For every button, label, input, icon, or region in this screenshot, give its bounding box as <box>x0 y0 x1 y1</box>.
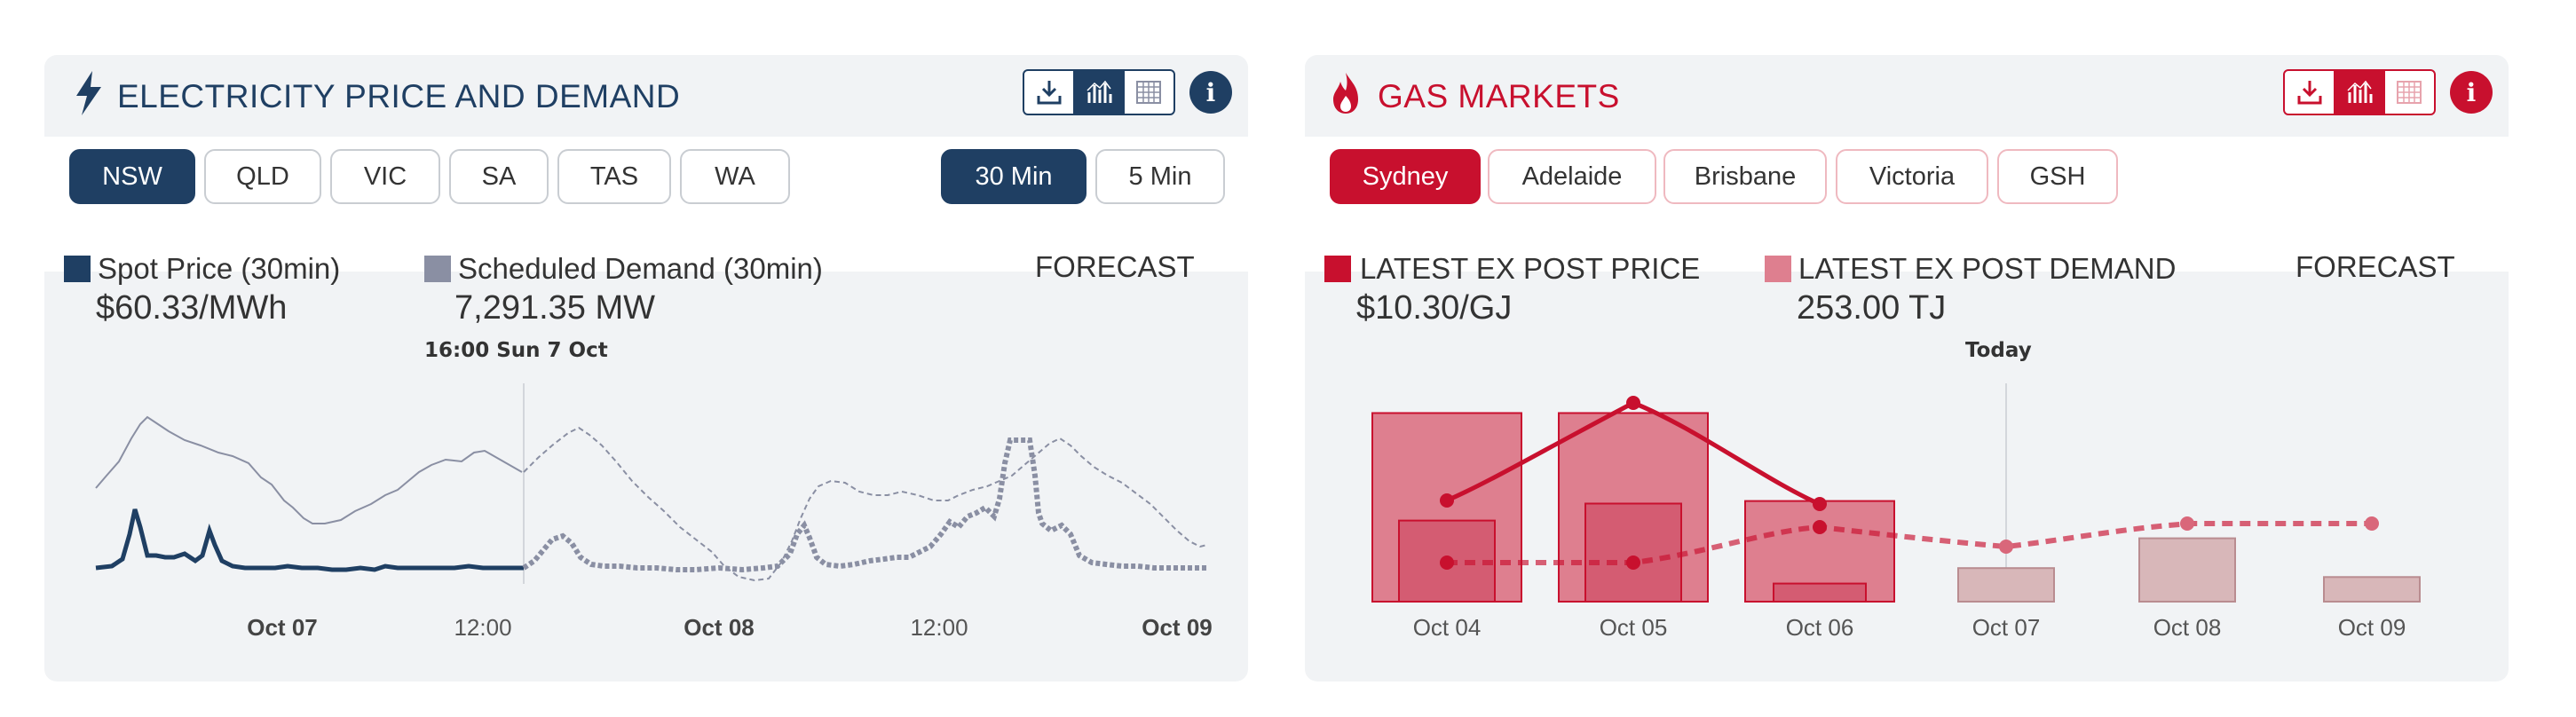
demand-sub-bar <box>1773 582 1867 603</box>
demand-sub-bar <box>1584 502 1682 603</box>
gas-chart <box>1371 383 2421 603</box>
gas-x-tick: Oct 04 <box>1412 614 1482 641</box>
gas-panel: GAS MARKETS i Sydney Adelaide Brisbane V… <box>1305 55 2509 682</box>
gas-x-tick: Oct 08 <box>2153 614 2222 641</box>
price-point <box>1813 497 1827 511</box>
price-forecast-point <box>2365 516 2379 531</box>
gas-x-tick: Oct 06 <box>1785 614 1854 641</box>
demand-bar <box>2138 537 2236 603</box>
electricity-chart <box>95 383 1208 584</box>
electricity-x-tick: 12:00 <box>910 614 968 641</box>
price-forecast-point <box>1813 520 1827 534</box>
demand-bar <box>1957 567 2055 603</box>
price-point <box>1626 396 1640 410</box>
electricity-x-tick: Oct 08 <box>684 614 755 641</box>
electricity-panel: ELECTRICITY PRICE AND DEMAND i NSW QLD V… <box>44 55 1248 682</box>
electricity-x-tick: Oct 07 <box>247 614 318 641</box>
price-point <box>1440 493 1454 508</box>
gas-x-tick: Oct 07 <box>1972 614 2041 641</box>
price-forecast-point <box>1440 555 1454 570</box>
price-forecast-point <box>1999 540 2013 554</box>
demand-bar <box>2323 576 2421 603</box>
price-line-forecast <box>522 437 1207 573</box>
gas-x-tick: Oct 05 <box>1599 614 1668 641</box>
demand-line-actual <box>95 415 523 524</box>
price-line-actual <box>95 508 524 572</box>
electricity-x-tick: Oct 09 <box>1142 614 1213 641</box>
demand-line-forecast <box>523 426 1208 582</box>
price-forecast-point <box>1626 555 1640 570</box>
price-forecast-point <box>2180 516 2194 531</box>
electricity-x-tick: 12:00 <box>454 614 512 641</box>
gas-x-tick: Oct 09 <box>2337 614 2406 641</box>
